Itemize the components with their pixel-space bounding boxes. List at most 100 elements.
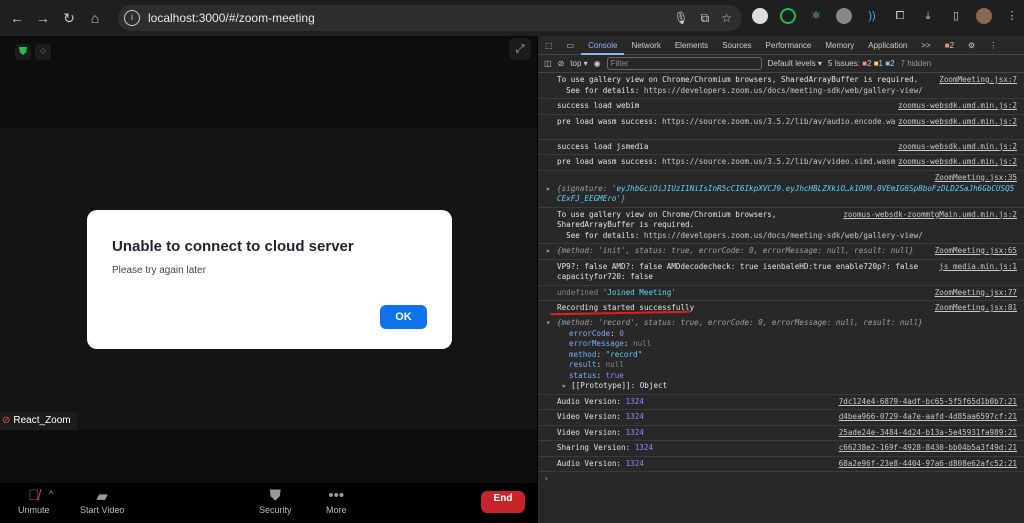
tab-sources[interactable]: Sources bbox=[715, 36, 758, 55]
expand-triangle-icon[interactable]: ▸ bbox=[546, 184, 551, 195]
encryption-shield-icon[interactable]: ⛊ bbox=[15, 44, 31, 60]
more-options-icon[interactable]: ⋮ bbox=[982, 36, 1004, 55]
log-source-link[interactable]: js_media.min.js:1 bbox=[936, 261, 1017, 272]
expand-triangle-icon[interactable]: ▸ bbox=[546, 246, 551, 257]
log-source-link[interactable]: c66238e2-169f-4928-8430-bb04b5a3f49d:21 bbox=[835, 443, 1017, 454]
log-source-link[interactable]: zoomus-websdk.umd.min.js:2 bbox=[895, 157, 1017, 168]
sidebar-toggle-icon[interactable]: ◫ bbox=[544, 59, 552, 68]
end-button[interactable]: End bbox=[481, 491, 525, 513]
console-prompt[interactable]: › bbox=[538, 472, 1024, 487]
log-source-link[interactable]: ZoomMeeting.jsx:35 bbox=[931, 172, 1017, 183]
start-video-button[interactable]: ▰ Start Video bbox=[80, 487, 124, 515]
extension-icon[interactable] bbox=[780, 8, 796, 24]
log-entry-expanded[interactable]: ▾ {method: 'record', status: true, errorC… bbox=[538, 316, 1024, 395]
log-link[interactable]: https://developers.zoom.us/docs/meeting-… bbox=[644, 231, 923, 240]
start-video-label: Start Video bbox=[80, 505, 125, 515]
ok-button[interactable]: OK bbox=[380, 305, 427, 329]
security-button[interactable]: ⛊ Security bbox=[259, 487, 292, 515]
bookmark-star-icon[interactable]: ☆ bbox=[721, 11, 732, 26]
log-link[interactable]: https://source.zoom.us/3.5.2/lib/av/vide… bbox=[662, 157, 895, 166]
log-entry[interactable]: ▸ {method: 'init', status: true, errorCod… bbox=[538, 244, 1024, 260]
fullscreen-icon[interactable]: ⤢ bbox=[509, 38, 531, 60]
context-select[interactable]: top ▾ bbox=[570, 59, 587, 68]
address-bar[interactable]: i localhost:3000/#/zoom-meeting 🎙 ⧉ ☆ bbox=[118, 5, 742, 31]
log-text: capacityfor720: false bbox=[557, 272, 654, 281]
avatar[interactable] bbox=[976, 8, 992, 24]
tab-performance[interactable]: Performance bbox=[759, 36, 819, 55]
property-key: method bbox=[569, 349, 597, 359]
clear-console-icon[interactable]: ⊘ bbox=[558, 59, 565, 68]
log-source-link[interactable]: 68a2e96f-23e8-4404-97a6-d808e62afc52:21 bbox=[835, 458, 1017, 469]
issue-errors: 2 bbox=[867, 59, 872, 68]
more-button[interactable]: ••• More bbox=[326, 487, 347, 515]
extensions-puzzle-icon[interactable]: ⧠ bbox=[892, 8, 908, 24]
inspect-icon[interactable]: ⬚ bbox=[538, 36, 560, 55]
url-text[interactable]: localhost:3000/#/zoom-meeting bbox=[148, 11, 315, 25]
log-source-link[interactable]: ZoomMeeting.jsx:81 bbox=[931, 303, 1017, 314]
log-source-link[interactable]: ZoomMeeting.jsx:7 bbox=[936, 75, 1017, 86]
object-preview: {method: 'record', status: true, errorCo… bbox=[557, 318, 923, 327]
mic-icon[interactable]: 🎙 bbox=[673, 11, 688, 26]
property-value: null bbox=[605, 360, 624, 369]
extension-icon[interactable] bbox=[752, 8, 768, 24]
home-icon[interactable]: ⌂ bbox=[84, 10, 106, 26]
log-entry: pre load wasm success: https://source.zo… bbox=[538, 155, 1024, 171]
log-string: 'Joined Meeting' bbox=[602, 287, 676, 297]
reload-icon[interactable]: ↻ bbox=[58, 10, 80, 27]
live-expression-eye-icon[interactable]: ◉ bbox=[594, 59, 601, 68]
log-levels-dropdown[interactable]: Default levels ▾ bbox=[768, 59, 822, 68]
collapse-triangle-icon[interactable]: ▾ bbox=[546, 318, 551, 329]
device-toggle-icon[interactable]: ▭ bbox=[560, 36, 582, 55]
version-label: Video Version: bbox=[557, 427, 626, 437]
property-key: errorMessage bbox=[569, 339, 624, 348]
sidepanel-icon[interactable]: ▯ bbox=[948, 8, 964, 24]
issues-button[interactable]: 5 Issues: ■2 ■1 ■2 bbox=[828, 59, 895, 68]
log-source-link[interactable]: ZoomMeeting.jsx:77 bbox=[931, 287, 1017, 298]
log-link[interactable]: https://developers.zoom.us/docs/meeting-… bbox=[644, 86, 923, 95]
view-grid-icon[interactable]: ⁘ bbox=[35, 44, 51, 60]
log-source-link[interactable]: zoomus-websdk.umd.min.js:2 bbox=[895, 141, 1017, 152]
log-text: pre load wasm success: bbox=[557, 116, 663, 126]
issues-label: 5 Issues: bbox=[827, 59, 860, 68]
log-source-link[interactable]: d4bea966-0729-4a7e-aafd-4d85aa6597cf:21 bbox=[835, 412, 1017, 423]
more-tabs-button[interactable]: >> bbox=[914, 36, 937, 55]
adblock-icon[interactable] bbox=[836, 8, 852, 24]
object-key: signature bbox=[561, 183, 603, 193]
filter-input[interactable]: Filter bbox=[606, 57, 762, 70]
unmute-button[interactable]: 🎙̸ Unmute bbox=[18, 487, 50, 515]
site-info-icon[interactable]: i bbox=[124, 10, 140, 26]
log-source-link[interactable]: ZoomMeeting.jsx:65 bbox=[931, 246, 1017, 257]
extension-icon[interactable]: )) bbox=[864, 8, 880, 24]
menu-icon[interactable]: ⋮ bbox=[1004, 8, 1020, 24]
log-source-link[interactable]: zoomus-websdk.umd.min.js:2 bbox=[895, 101, 1017, 112]
version-value: 1324 bbox=[625, 458, 644, 468]
tab-memory[interactable]: Memory bbox=[818, 36, 861, 55]
issue-info: 2 bbox=[890, 59, 895, 68]
error-count-badge[interactable]: ■2 bbox=[938, 36, 961, 55]
log-entry[interactable]: ZoomMeeting.jsx:35 ▸ {signature: 'eyJhbGci… bbox=[538, 171, 1024, 208]
object-property: result: null bbox=[569, 360, 624, 369]
error-dialog: Unable to connect to cloud server Please… bbox=[87, 210, 452, 349]
prototype-entry[interactable]: ▸ [[Prototype]]: Object bbox=[557, 381, 1018, 392]
react-devtools-icon[interactable]: ⚛ bbox=[808, 8, 824, 24]
audio-options-chevron-icon[interactable]: ^ bbox=[49, 489, 53, 499]
error-count: 2 bbox=[949, 40, 955, 50]
settings-gear-icon[interactable]: ⚙ bbox=[961, 36, 982, 55]
tab-application[interactable]: Application bbox=[861, 36, 914, 55]
log-source-link[interactable]: 7dc124e4-6879-4adf-bc65-5f5f65d1b0b7:21 bbox=[835, 396, 1017, 407]
log-source-link[interactable]: 25ade24e-3484-4d24-b13a-5e45931fa989:21 bbox=[835, 427, 1017, 438]
object-property: errorMessage: null bbox=[569, 339, 652, 348]
cast-icon[interactable]: ⧉ bbox=[701, 11, 710, 26]
object-property: errorCode: 0 bbox=[569, 328, 624, 338]
log-source-link[interactable]: zoomus-websdk-zoommtgMain.umd.min.js:2 bbox=[840, 209, 1017, 220]
tab-network[interactable]: Network bbox=[624, 36, 667, 55]
forward-icon[interactable]: → bbox=[32, 10, 54, 26]
download-icon[interactable]: ⤓ bbox=[920, 8, 936, 24]
log-entry: success load jsmedia zoomus-websdk.umd.mi… bbox=[538, 140, 1024, 155]
log-link[interactable]: https://source.zoom.us/3.5.2/lib/av/audi… bbox=[662, 117, 904, 126]
tab-elements[interactable]: Elements bbox=[668, 36, 715, 55]
back-icon[interactable]: ← bbox=[6, 10, 28, 26]
tab-console[interactable]: Console bbox=[581, 36, 625, 55]
log-text: success load webim bbox=[557, 101, 640, 110]
log-source-link[interactable]: zoomus-websdk.umd.min.js:2 bbox=[895, 116, 1017, 127]
